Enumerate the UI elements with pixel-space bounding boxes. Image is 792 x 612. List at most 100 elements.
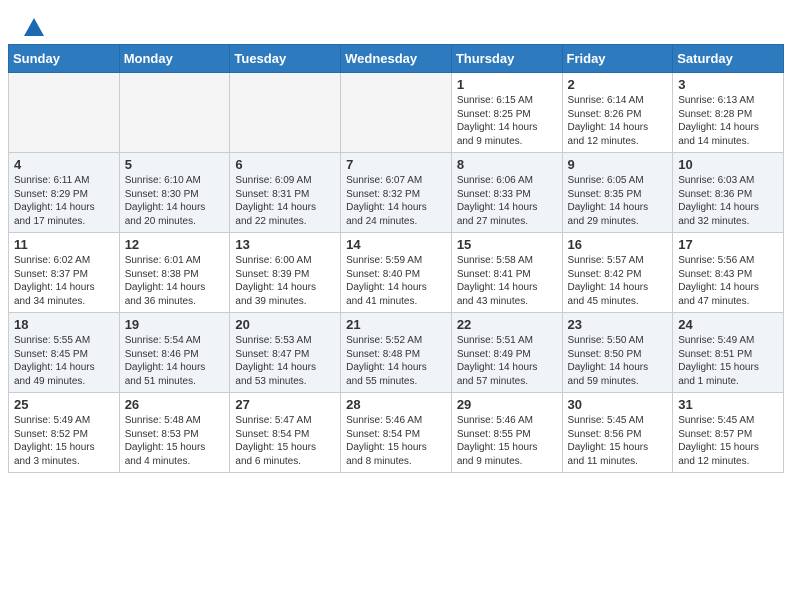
day-number: 13	[235, 237, 335, 252]
calendar-cell: 27Sunrise: 5:47 AM Sunset: 8:54 PM Dayli…	[230, 393, 341, 473]
day-info: Sunrise: 6:10 AM Sunset: 8:30 PM Dayligh…	[125, 174, 225, 228]
day-number: 7	[346, 157, 446, 172]
calendar-cell: 12 Sunrise: 6:01 AM Sunset: 8:38 PM Dayli…	[119, 233, 230, 313]
day-number: 26	[125, 397, 225, 412]
day-number: 20	[235, 317, 335, 332]
calendar-cell: 15 Sunrise: 5:58 AM Sunset: 8:41 PM Dayli…	[451, 233, 562, 313]
day-info: Sunrise: 6:01 AM Sunset: 8:38 PM Dayligh…	[125, 254, 225, 308]
day-number: 9	[568, 157, 668, 172]
calendar-cell: 31 Sunrise: 5:45 AM Sunset: 8:57 PM Dayli…	[673, 393, 784, 473]
calendar-table: SundayMondayTuesdayWednesdayThursdayFrid…	[8, 44, 784, 473]
day-info: Sunrise: 5:49 AM Sunset: 8:52 PM Dayligh…	[14, 414, 114, 468]
day-info: Sunrise: 5:55 AM Sunset: 8:45 PM Dayligh…	[14, 334, 114, 388]
calendar-cell: 29 Sunrise: 5:46 AM Sunset: 8:55 PM Dayli…	[451, 393, 562, 473]
day-number: 28	[346, 397, 446, 412]
day-info: Sunrise: 5:56 AM Sunset: 8:43 PM Dayligh…	[678, 254, 778, 308]
day-number: 24	[678, 317, 778, 332]
calendar-cell: 1 Sunrise: 6:15 AM Sunset: 8:25 PM Daylig…	[451, 73, 562, 153]
calendar-cell: 14 Sunrise: 5:59 AM Sunset: 8:40 PM Dayli…	[341, 233, 452, 313]
day-info: Sunrise: 6:02 AM Sunset: 8:37 PM Dayligh…	[14, 254, 114, 308]
day-info: Sunrise: 5:53 AM Sunset: 8:47 PM Dayligh…	[235, 334, 335, 388]
day-number: 4	[14, 157, 114, 172]
day-number: 6	[235, 157, 335, 172]
day-number: 1	[457, 77, 557, 92]
calendar-cell: 23 Sunrise: 5:50 AM Sunset: 8:50 PM Dayli…	[562, 313, 673, 393]
day-info: Sunrise: 6:11 AM Sunset: 8:29 PM Dayligh…	[14, 174, 114, 228]
day-info: Sunrise: 5:45 AM Sunset: 8:57 PM Dayligh…	[678, 414, 778, 468]
day-number: 19	[125, 317, 225, 332]
calendar-cell: 21 Sunrise: 5:52 AM Sunset: 8:48 PM Dayli…	[341, 313, 452, 393]
day-info: Sunrise: 6:15 AM Sunset: 8:25 PM Dayligh…	[457, 94, 557, 148]
weekday-header-monday: Monday	[119, 45, 230, 73]
week-row-2: 4 Sunrise: 6:11 AM Sunset: 8:29 PM Daylig…	[9, 153, 784, 233]
calendar-cell: 7Sunrise: 6:07 AM Sunset: 8:32 PM Daylig…	[341, 153, 452, 233]
day-number: 29	[457, 397, 557, 412]
header	[0, 0, 792, 44]
calendar-cell: 4 Sunrise: 6:11 AM Sunset: 8:29 PM Daylig…	[9, 153, 120, 233]
day-info: Sunrise: 5:48 AM Sunset: 8:53 PM Dayligh…	[125, 414, 225, 468]
day-number: 15	[457, 237, 557, 252]
day-info: Sunrise: 5:51 AM Sunset: 8:49 PM Dayligh…	[457, 334, 557, 388]
day-number: 8	[457, 157, 557, 172]
day-number: 18	[14, 317, 114, 332]
calendar-cell: 10 Sunrise: 6:03 AM Sunset: 8:36 PM Dayli…	[673, 153, 784, 233]
day-info: Sunrise: 6:09 AM Sunset: 8:31 PM Dayligh…	[235, 174, 335, 228]
day-number: 5	[125, 157, 225, 172]
calendar-cell: 28 Sunrise: 5:46 AM Sunset: 8:54 PM Dayli…	[341, 393, 452, 473]
day-info: Sunrise: 5:47 AM Sunset: 8:54 PM Dayligh…	[235, 414, 335, 468]
week-row-5: 25 Sunrise: 5:49 AM Sunset: 8:52 PM Dayli…	[9, 393, 784, 473]
weekday-header-thursday: Thursday	[451, 45, 562, 73]
day-info: Sunrise: 5:46 AM Sunset: 8:54 PM Dayligh…	[346, 414, 446, 468]
calendar-cell: 26 Sunrise: 5:48 AM Sunset: 8:53 PM Dayli…	[119, 393, 230, 473]
week-row-3: 11 Sunrise: 6:02 AM Sunset: 8:37 PM Dayli…	[9, 233, 784, 313]
weekday-header-friday: Friday	[562, 45, 673, 73]
day-number: 2	[568, 77, 668, 92]
calendar-cell	[341, 73, 452, 153]
day-info: Sunrise: 5:52 AM Sunset: 8:48 PM Dayligh…	[346, 334, 446, 388]
day-info: Sunrise: 6:00 AM Sunset: 8:39 PM Dayligh…	[235, 254, 335, 308]
calendar-cell: 6 Sunrise: 6:09 AM Sunset: 8:31 PM Daylig…	[230, 153, 341, 233]
calendar-cell: 16 Sunrise: 5:57 AM Sunset: 8:42 PM Dayli…	[562, 233, 673, 313]
day-info: Sunrise: 6:03 AM Sunset: 8:36 PM Dayligh…	[678, 174, 778, 228]
day-number: 10	[678, 157, 778, 172]
weekday-header-saturday: Saturday	[673, 45, 784, 73]
day-number: 30	[568, 397, 668, 412]
calendar-cell: 19 Sunrise: 5:54 AM Sunset: 8:46 PM Dayli…	[119, 313, 230, 393]
calendar-cell: 2Sunrise: 6:14 AM Sunset: 8:26 PM Daylig…	[562, 73, 673, 153]
day-number: 25	[14, 397, 114, 412]
day-info: Sunrise: 5:49 AM Sunset: 8:51 PM Dayligh…	[678, 334, 778, 388]
calendar-cell	[119, 73, 230, 153]
calendar-cell: 9 Sunrise: 6:05 AM Sunset: 8:35 PM Daylig…	[562, 153, 673, 233]
calendar-cell: 24 Sunrise: 5:49 AM Sunset: 8:51 PM Dayli…	[673, 313, 784, 393]
day-number: 22	[457, 317, 557, 332]
calendar-cell: 22 Sunrise: 5:51 AM Sunset: 8:49 PM Dayli…	[451, 313, 562, 393]
weekday-header-tuesday: Tuesday	[230, 45, 341, 73]
day-info: Sunrise: 5:46 AM Sunset: 8:55 PM Dayligh…	[457, 414, 557, 468]
calendar-cell	[9, 73, 120, 153]
day-number: 31	[678, 397, 778, 412]
day-number: 14	[346, 237, 446, 252]
calendar-cell: 25 Sunrise: 5:49 AM Sunset: 8:52 PM Dayli…	[9, 393, 120, 473]
day-number: 23	[568, 317, 668, 332]
day-number: 17	[678, 237, 778, 252]
day-info: Sunrise: 5:57 AM Sunset: 8:42 PM Dayligh…	[568, 254, 668, 308]
logo	[20, 16, 44, 36]
day-number: 11	[14, 237, 114, 252]
calendar-cell: 8Sunrise: 6:06 AM Sunset: 8:33 PM Daylig…	[451, 153, 562, 233]
day-info: Sunrise: 5:54 AM Sunset: 8:46 PM Dayligh…	[125, 334, 225, 388]
calendar-cell: 17 Sunrise: 5:56 AM Sunset: 8:43 PM Dayli…	[673, 233, 784, 313]
day-number: 16	[568, 237, 668, 252]
day-info: Sunrise: 5:59 AM Sunset: 8:40 PM Dayligh…	[346, 254, 446, 308]
calendar-cell	[230, 73, 341, 153]
day-info: Sunrise: 5:58 AM Sunset: 8:41 PM Dayligh…	[457, 254, 557, 308]
day-number: 21	[346, 317, 446, 332]
weekday-header-wednesday: Wednesday	[341, 45, 452, 73]
day-info: Sunrise: 5:50 AM Sunset: 8:50 PM Dayligh…	[568, 334, 668, 388]
week-row-1: 1 Sunrise: 6:15 AM Sunset: 8:25 PM Daylig…	[9, 73, 784, 153]
day-number: 12	[125, 237, 225, 252]
day-info: Sunrise: 5:45 AM Sunset: 8:56 PM Dayligh…	[568, 414, 668, 468]
calendar-cell: 5 Sunrise: 6:10 AM Sunset: 8:30 PM Daylig…	[119, 153, 230, 233]
week-row-4: 18 Sunrise: 5:55 AM Sunset: 8:45 PM Dayli…	[9, 313, 784, 393]
calendar-cell: 3Sunrise: 6:13 AM Sunset: 8:28 PM Daylig…	[673, 73, 784, 153]
day-info: Sunrise: 6:05 AM Sunset: 8:35 PM Dayligh…	[568, 174, 668, 228]
